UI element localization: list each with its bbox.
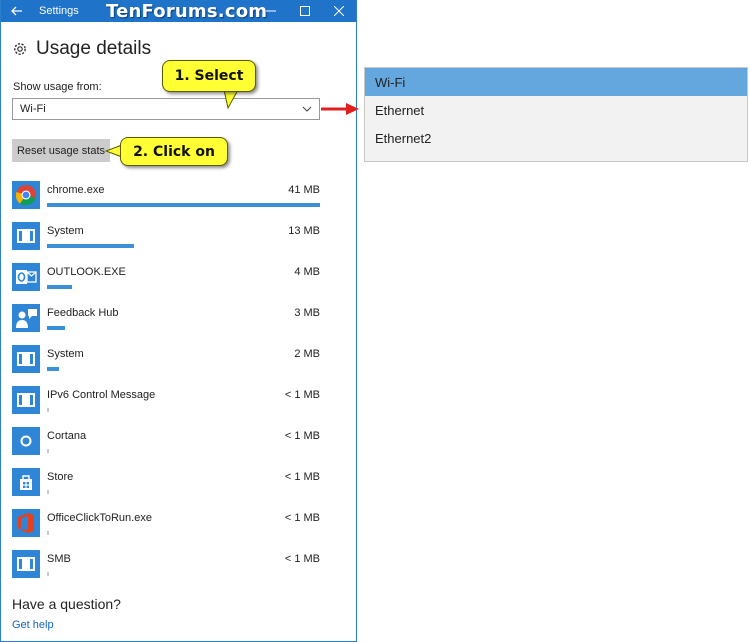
- gear-icon: [14, 43, 26, 55]
- outlook-icon: [12, 263, 40, 291]
- chrome-icon: [12, 181, 40, 209]
- store-icon: [12, 468, 40, 496]
- app-usage-row: System 2 MB: [12, 344, 320, 385]
- app-data-size: < 1 MB: [284, 553, 320, 565]
- usage-bar: [47, 203, 320, 207]
- app-usage-row: SMB < 1 MB: [12, 549, 320, 590]
- app-data-size: < 1 MB: [284, 471, 320, 483]
- option-wi-fi[interactable]: Wi-Fi: [365, 68, 747, 96]
- app-name: SMB: [47, 553, 71, 565]
- window-controls: [254, 0, 356, 22]
- app-data-size: < 1 MB: [284, 389, 320, 401]
- network-select[interactable]: Wi-Fi: [12, 98, 320, 120]
- app-name: chrome.exe: [47, 184, 105, 196]
- network-select-value: Wi-Fi: [20, 103, 46, 115]
- usage-bar: [47, 285, 72, 289]
- usage-bar: [47, 408, 49, 412]
- callout-step-2: 2. Click on: [120, 137, 228, 166]
- usage-bar: [47, 326, 65, 330]
- app-data-size: 4 MB: [294, 266, 320, 278]
- callout-step-1: 1. Select: [162, 60, 256, 92]
- app-usage-row: Cortana < 1 MB: [12, 426, 320, 467]
- minimize-icon: [266, 10, 276, 12]
- app-name: OUTLOOK.EXE: [47, 266, 126, 278]
- app-name: Feedback Hub: [47, 307, 119, 319]
- feedback-hub-icon: [12, 304, 40, 332]
- option-ethernet2[interactable]: Ethernet2: [365, 124, 747, 152]
- option-ethernet[interactable]: Ethernet: [365, 96, 747, 124]
- page-title: Usage details: [36, 38, 152, 59]
- app-data-size: 41 MB: [288, 184, 320, 196]
- system-icon: [12, 345, 40, 373]
- app-name: Store: [47, 471, 74, 483]
- show-usage-label: Show usage from:: [13, 81, 102, 93]
- chevron-down-icon: [302, 106, 312, 112]
- maximize-icon: [300, 6, 310, 16]
- settings-window: Settings TenForums.com Usage details Sho…: [0, 0, 357, 642]
- usage-bar: [47, 449, 49, 453]
- app-usage-row: IPv6 Control Message < 1 MB: [12, 385, 320, 426]
- maximize-button[interactable]: [288, 0, 322, 22]
- app-data-size: 2 MB: [294, 348, 320, 360]
- system-icon: [12, 550, 40, 578]
- back-button[interactable]: [1, 0, 33, 22]
- watermark: TenForums.com: [106, 1, 268, 22]
- usage-bar: [47, 490, 49, 494]
- app-name: System: [47, 348, 84, 360]
- usage-bar: [47, 367, 59, 371]
- question-heading: Have a question?: [12, 596, 121, 612]
- close-button[interactable]: [322, 0, 356, 22]
- app-usage-row: OfficeClickToRun.exe < 1 MB: [12, 508, 320, 549]
- app-data-size: 13 MB: [288, 225, 320, 237]
- reset-usage-stats-button[interactable]: Reset usage stats: [12, 139, 110, 162]
- usage-bar: [47, 244, 134, 248]
- system-icon: [12, 222, 40, 250]
- app-name: Cortana: [47, 430, 87, 442]
- app-data-size: 3 MB: [294, 307, 320, 319]
- get-help-link[interactable]: Get help: [12, 619, 54, 631]
- app-data-size: < 1 MB: [284, 512, 320, 524]
- red-arrow-icon: [321, 103, 359, 115]
- app-name: OfficeClickToRun.exe: [47, 512, 152, 524]
- app-usage-row: Store < 1 MB: [12, 467, 320, 508]
- title-bar: Settings TenForums.com: [1, 0, 356, 22]
- usage-bar: [47, 572, 49, 576]
- app-usage-row: System 13 MB: [12, 221, 320, 262]
- network-options-popup: Wi-Fi Ethernet Ethernet2: [364, 67, 748, 162]
- window-title: Settings: [39, 5, 79, 17]
- back-arrow-icon: [11, 6, 22, 16]
- app-usage-list: chrome.exe 41 MB System 13 MB OUTLOOK.EXE 4 M…: [12, 180, 320, 590]
- office-icon: [12, 509, 40, 537]
- page-header: Usage details: [12, 38, 151, 60]
- app-data-size: < 1 MB: [284, 430, 320, 442]
- system-icon: [12, 386, 40, 414]
- usage-bar: [47, 531, 49, 535]
- cortana-icon: [12, 427, 40, 455]
- close-icon: [334, 6, 344, 16]
- app-name: System: [47, 225, 84, 237]
- app-usage-row: chrome.exe 41 MB: [12, 180, 320, 221]
- app-usage-row: OUTLOOK.EXE 4 MB: [12, 262, 320, 303]
- app-usage-row: Feedback Hub 3 MB: [12, 303, 320, 344]
- minimize-button[interactable]: [254, 0, 288, 22]
- app-name: IPv6 Control Message: [47, 389, 156, 401]
